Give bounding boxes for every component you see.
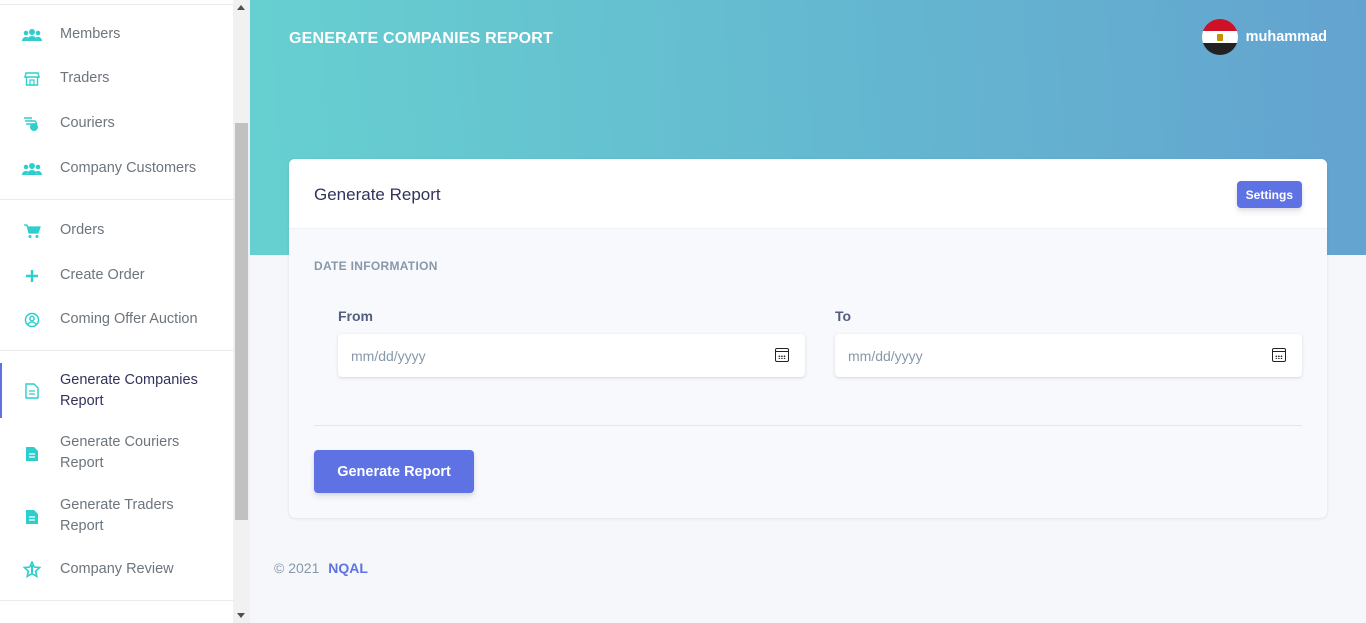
sidebar-item-label: Company Review [60, 561, 174, 577]
card-divider [314, 425, 1302, 426]
from-label: From [338, 308, 373, 324]
sidebar-item-members[interactable]: Members [0, 24, 233, 45]
from-date-input[interactable]: mm/dd/yyyy [338, 334, 805, 377]
star-icon [22, 560, 42, 580]
sidebar-item-generate-traders-report[interactable]: Generate Traders Report [0, 495, 233, 539]
sidebar-item-label: Generate Traders Report [60, 497, 174, 534]
eagle-emblem-icon [1216, 34, 1223, 41]
users-icon [22, 25, 42, 45]
document-icon [22, 507, 42, 527]
sidebar-item-label: Generate Couriers Report [60, 434, 180, 471]
sidebar-item-company-customers[interactable]: Company Customers [0, 158, 233, 179]
main-content: GENERATE COMPANIES REPORT muhammad Gener… [250, 0, 1366, 623]
sidebar-item-traders[interactable]: Traders [0, 68, 233, 89]
sidebar-divider [0, 4, 233, 5]
sidebar-item-label: Coming Offer Auction [60, 311, 198, 327]
card-header: Generate Report Settings [289, 159, 1327, 229]
sidebar-item-company-review[interactable]: Company Review [0, 559, 233, 580]
document-icon [22, 444, 42, 464]
plus-icon [22, 266, 42, 286]
from-date-placeholder: mm/dd/yyyy [351, 347, 426, 364]
sidebar-item-coming-offer-auction[interactable]: Coming Offer Auction [0, 309, 233, 330]
scroll-down-arrow[interactable] [237, 613, 245, 618]
username[interactable]: muhammad [1246, 29, 1327, 45]
sidebar-item-generate-couriers-report[interactable]: Generate Couriers Report [0, 432, 233, 476]
sidebar-item-generate-companies-report[interactable]: Generate Companies Report [0, 363, 233, 418]
sidebar-item-label: Members [60, 26, 121, 42]
avatar[interactable] [1201, 19, 1238, 55]
sidebar-item-label: Orders [60, 222, 105, 238]
scroll-up-arrow[interactable] [237, 5, 245, 10]
sidebar-divider [0, 600, 233, 601]
document-icon [22, 381, 42, 401]
users-icon [22, 159, 42, 179]
sidebar: Members Traders Couriers Company Custome… [0, 0, 233, 623]
sidebar-divider [0, 199, 233, 200]
calendar-icon[interactable] [1272, 348, 1286, 362]
footer: © 2021 NQAL [274, 560, 368, 576]
sidebar-item-label: Couriers [60, 115, 115, 131]
to-date-input[interactable]: mm/dd/yyyy [835, 334, 1302, 377]
scrollbar-thumb[interactable] [235, 123, 248, 520]
sidebar-item-label: Traders [60, 70, 110, 86]
to-label: To [835, 308, 852, 324]
sidebar-scrollbar[interactable] [233, 0, 250, 623]
cart-icon [22, 221, 42, 241]
sidebar-item-label: Create Order [60, 267, 145, 283]
page-title: GENERATE COMPANIES REPORT [289, 30, 553, 47]
user-circle-icon [22, 310, 42, 330]
sidebar-divider [0, 350, 233, 351]
sidebar-item-orders[interactable]: Orders [0, 220, 233, 241]
store-icon [22, 69, 42, 89]
section-heading: DATE INFORMATION [314, 259, 438, 273]
sidebar-item-label: Generate Companies Report [60, 372, 198, 409]
brand-link[interactable]: NQAL [328, 560, 368, 576]
copyright-text: © 2021 [274, 560, 320, 576]
calendar-icon[interactable] [775, 348, 789, 362]
generate-report-button[interactable]: Generate Report [314, 450, 474, 493]
sidebar-item-create-order[interactable]: Create Order [0, 265, 233, 286]
card-title: Generate Report [314, 185, 441, 204]
report-card: Generate Report Settings DATE INFORMATIO… [289, 159, 1327, 518]
to-date-placeholder: mm/dd/yyyy [848, 347, 923, 364]
sidebar-item-label: Company Customers [60, 160, 197, 176]
delivery-icon [22, 114, 42, 134]
settings-button[interactable]: Settings [1236, 181, 1302, 208]
sidebar-item-couriers[interactable]: Couriers [0, 113, 233, 134]
user-menu[interactable]: muhammad [1201, 19, 1327, 55]
